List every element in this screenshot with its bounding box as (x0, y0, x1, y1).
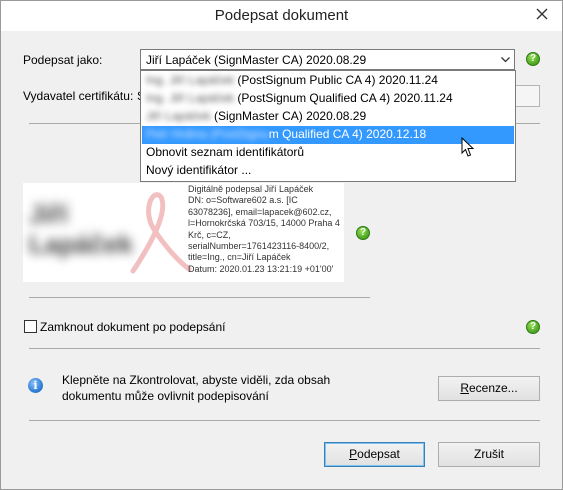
review-button-mnemonic: R (460, 381, 469, 395)
close-icon (536, 8, 548, 20)
signature-detail-line: Krč, c=CZ, (188, 229, 231, 240)
signature-detail-line: title=Ing., cn=Jiří Lapáček (188, 252, 291, 263)
sign-button[interactable]: Podepsat (324, 442, 425, 467)
sign-button-label: odepsat (357, 447, 400, 461)
review-button[interactable]: Recenze... (438, 376, 540, 401)
dropdown-item[interactable]: Ing. Jiří Lapáček (PostSignum Public CA … (142, 72, 514, 90)
close-button[interactable] (536, 8, 548, 20)
signer-name-blurred: Jiří Lapáček (29, 199, 134, 259)
chevron-down-icon (501, 57, 510, 63)
help-icon[interactable]: ? (526, 320, 540, 334)
help-icon[interactable]: ? (526, 52, 540, 66)
sign-document-dialog: Podepsat dokument Podepsat jako: Jiří La… (0, 0, 563, 490)
signature-detail-line: serialNumber=1761423116-8400/2, (188, 241, 330, 252)
info-icon: i (28, 378, 43, 393)
review-button-label: ecenze... (468, 381, 518, 395)
signature-mark-icon (130, 192, 192, 274)
issuer-label: Vydavatel certifikátu: (23, 89, 134, 103)
signature-detail-line: 63078236], email=lapacek@602.cz, (188, 206, 332, 217)
lock-document-checkbox[interactable] (24, 320, 37, 333)
dropdown-item[interactable]: Ing. Jiří Lapáček (PostSignum Qualified … (142, 90, 514, 108)
dialog-title: Podepsat dokument (214, 7, 349, 24)
dropdown-arrow[interactable] (497, 50, 514, 69)
dropdown-item-selected[interactable]: Petr Hrdina (PostSignum Qualified CA 4) … (142, 126, 514, 144)
signature-details: Digitálně podepsal Jiří Lapáček DN: o=So… (188, 184, 348, 275)
sign-button-mnemonic: P (349, 447, 358, 461)
title-bar: Podepsat dokument (1, 1, 562, 31)
help-icon[interactable]: ? (356, 226, 370, 240)
cancel-button[interactable]: Zrušit (438, 442, 540, 467)
info-message: Klepněte na Zkontrolovat, abyste viděli,… (62, 373, 331, 403)
signature-detail-line: Datum: 2020.01.23 13:21:19 +01'00' (188, 263, 334, 274)
signature-appearance-preview: Jiří Lapáček Digitálně podepsal Jiří Lap… (23, 183, 344, 282)
signature-detail-line: Digitálně podepsal Jiří Lapáček (188, 184, 314, 194)
signature-detail-line: l=Hornokrčská 703/15, 14000 Praha 4 (188, 218, 340, 229)
identity-dropdown-list: Ing. Jiří Lapáček (PostSignum Public CA … (140, 70, 516, 182)
sign-as-combobox[interactable]: Jiří Lapáček (SignMaster CA) 2020.08.29 (140, 49, 515, 70)
separator-bottom (29, 420, 540, 421)
dropdown-item[interactable]: Jiří Lapáček (SignMaster CA) 2020.08.29 (142, 108, 514, 126)
lock-document-label[interactable]: Zamknout dokument po podepsání (40, 320, 225, 334)
signature-detail-line: DN: o=Software602 a.s. [IC (188, 195, 298, 206)
mouse-pointer-icon (461, 137, 475, 157)
sign-as-label: Podepsat jako: (23, 53, 103, 67)
separator-preview (29, 297, 370, 298)
dropdown-item-refresh-identifiers[interactable]: Obnovit seznam identifikátorů (142, 144, 514, 162)
sign-as-selected-value: Jiří Lapáček (SignMaster CA) 2020.08.29 (146, 53, 367, 67)
dropdown-item-new-identifier[interactable]: Nový identifikátor ... (142, 162, 514, 180)
separator-middle (29, 348, 540, 349)
